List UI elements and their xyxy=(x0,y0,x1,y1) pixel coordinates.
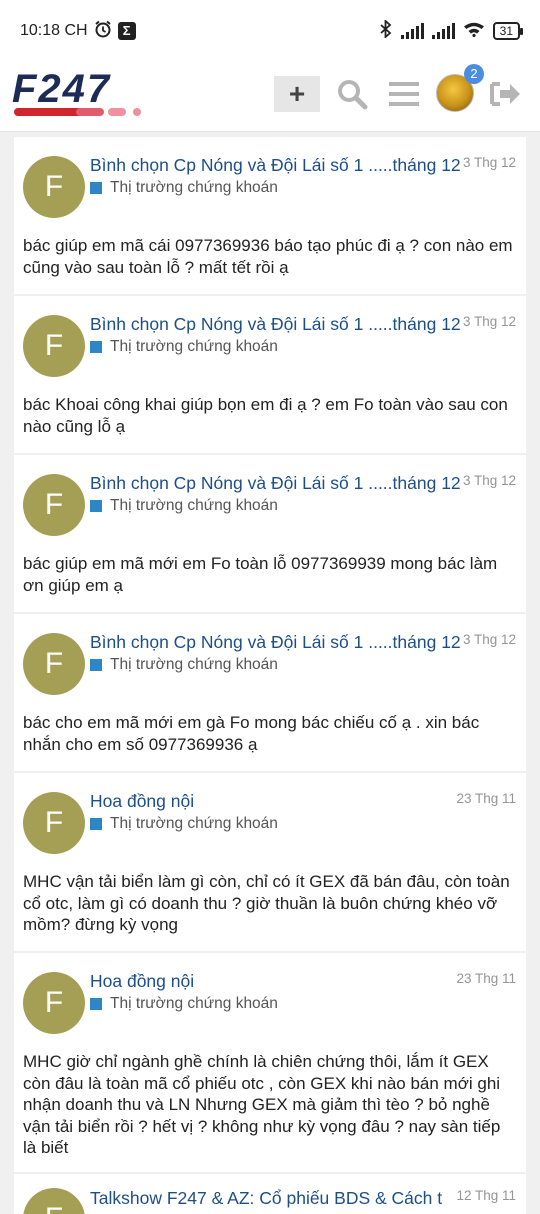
sigma-icon: Σ xyxy=(117,22,136,40)
author-avatar[interactable]: F xyxy=(23,315,85,377)
alarm-clock-icon xyxy=(94,20,112,43)
status-time: 10:18 CH xyxy=(20,22,88,39)
post-item[interactable]: F Bình chọn Cp Nóng và Đội Lái số 1 ....… xyxy=(14,614,526,771)
post-date: 3 Thg 12 xyxy=(462,632,516,647)
category-label: Thị trường chứng khoán xyxy=(110,179,278,196)
logo-text: F247 xyxy=(12,68,111,111)
post-topic-title[interactable]: Bình chọn Cp Nóng và Đội Lái số 1 .....t… xyxy=(90,314,462,335)
author-avatar[interactable]: F xyxy=(23,792,85,854)
category-label: Thị trường chứng khoán xyxy=(110,815,278,832)
post-item[interactable]: F Bình chọn Cp Nóng và Đội Lái số 1 ....… xyxy=(14,455,526,612)
post-date: 3 Thg 12 xyxy=(462,314,516,329)
post-excerpt[interactable]: bác giúp em mã mới em Fo toàn lỗ 0977369… xyxy=(23,553,518,596)
post-date: 23 Thg 11 xyxy=(456,791,516,806)
post-category[interactable]: Thị trường chứng khoán xyxy=(90,995,278,1013)
post-excerpt[interactable]: bác cho em mã mới em gà Fo mong bác chiế… xyxy=(23,712,518,755)
author-avatar[interactable]: F xyxy=(23,474,85,536)
post-excerpt[interactable]: bác Khoai công khai giúp bọn em đi ạ ? e… xyxy=(23,394,518,437)
logout-button[interactable] xyxy=(488,76,524,112)
menu-button[interactable] xyxy=(386,76,422,112)
category-label: Thị trường chứng khoán xyxy=(110,995,278,1012)
category-color-icon xyxy=(90,500,102,512)
bluetooth-icon xyxy=(379,18,393,43)
notification-badge: 2 xyxy=(464,64,484,84)
logout-icon xyxy=(490,82,520,106)
new-topic-button[interactable]: + xyxy=(274,76,320,112)
signal-1-icon xyxy=(400,23,424,39)
post-topic-title[interactable]: Bình chọn Cp Nóng và Đội Lái số 1 .....t… xyxy=(90,473,462,494)
post-date: 23 Thg 11 xyxy=(456,971,516,986)
post-excerpt[interactable]: bác giúp em mã cái 0977369936 báo tạo ph… xyxy=(23,235,518,278)
post-category[interactable]: Thị trường chứng khoán xyxy=(90,338,278,356)
author-avatar[interactable]: F xyxy=(23,1188,85,1214)
category-label: Thị trường chứng khoán xyxy=(110,656,278,673)
category-color-icon xyxy=(90,659,102,671)
category-color-icon xyxy=(90,341,102,353)
category-label: Thị trường chứng khoán xyxy=(110,497,278,514)
status-bar: 10:18 CH Σ 31 xyxy=(0,0,540,62)
post-item[interactable]: F Hoa đồng nội 23 Thg 11 Thị trường chứn… xyxy=(14,953,526,1172)
category-color-icon xyxy=(90,818,102,830)
plus-icon: + xyxy=(288,78,306,109)
search-button[interactable] xyxy=(334,76,370,112)
author-avatar[interactable]: F xyxy=(23,156,85,218)
post-item[interactable]: F Hoa đồng nội 23 Thg 11 Thị trường chứn… xyxy=(14,773,526,951)
post-item[interactable]: F Bình chọn Cp Nóng và Đội Lái số 1 ....… xyxy=(14,137,526,294)
post-item[interactable]: F Bình chọn Cp Nóng và Đội Lái số 1 ....… xyxy=(14,296,526,453)
post-category[interactable]: Thị trường chứng khoán xyxy=(90,179,278,197)
wifi-icon xyxy=(463,21,485,42)
category-label: Thị trường chứng khoán xyxy=(110,338,278,355)
hamburger-menu-icon xyxy=(389,82,419,106)
post-excerpt[interactable]: MHC giờ chỉ ngành ghề chính là chiên chứ… xyxy=(23,1051,518,1159)
post-topic-title[interactable]: Hoa đồng nội xyxy=(90,791,462,812)
post-date: 3 Thg 12 xyxy=(462,473,516,488)
author-avatar[interactable]: F xyxy=(23,972,85,1034)
signal-2-icon xyxy=(431,23,455,39)
post-topic-title[interactable]: Bình chọn Cp Nóng và Đội Lái số 1 .....t… xyxy=(90,155,462,176)
post-date: 12 Thg 11 xyxy=(456,1188,516,1203)
search-icon xyxy=(338,80,368,110)
category-color-icon xyxy=(90,998,102,1010)
app-header: F247 + xyxy=(0,62,540,132)
post-topic-title[interactable]: Bình chọn Cp Nóng và Đội Lái số 1 .....t… xyxy=(90,632,462,653)
category-color-icon xyxy=(90,182,102,194)
post-date: 3 Thg 12 xyxy=(462,155,516,170)
post-category[interactable]: Thị trường chứng khoán xyxy=(90,815,278,833)
battery-icon: 31 xyxy=(492,22,524,40)
author-avatar[interactable]: F xyxy=(23,633,85,695)
post-item[interactable]: F Talkshow F247 & AZ: Cổ phiếu BDS & Các… xyxy=(14,1174,526,1214)
post-category[interactable]: Thị trường chứng khoán xyxy=(90,497,278,515)
post-excerpt[interactable]: MHC vận tải biển làm gì còn, chỉ có ít G… xyxy=(23,871,518,936)
post-topic-title[interactable]: Talkshow F247 & AZ: Cổ phiếu BDS & Cách … xyxy=(90,1188,462,1209)
post-topic-title[interactable]: Hoa đồng nội xyxy=(90,971,462,992)
f247-logo[interactable]: F247 xyxy=(12,67,180,118)
post-category[interactable]: Thị trường chứng khoán xyxy=(90,656,278,674)
